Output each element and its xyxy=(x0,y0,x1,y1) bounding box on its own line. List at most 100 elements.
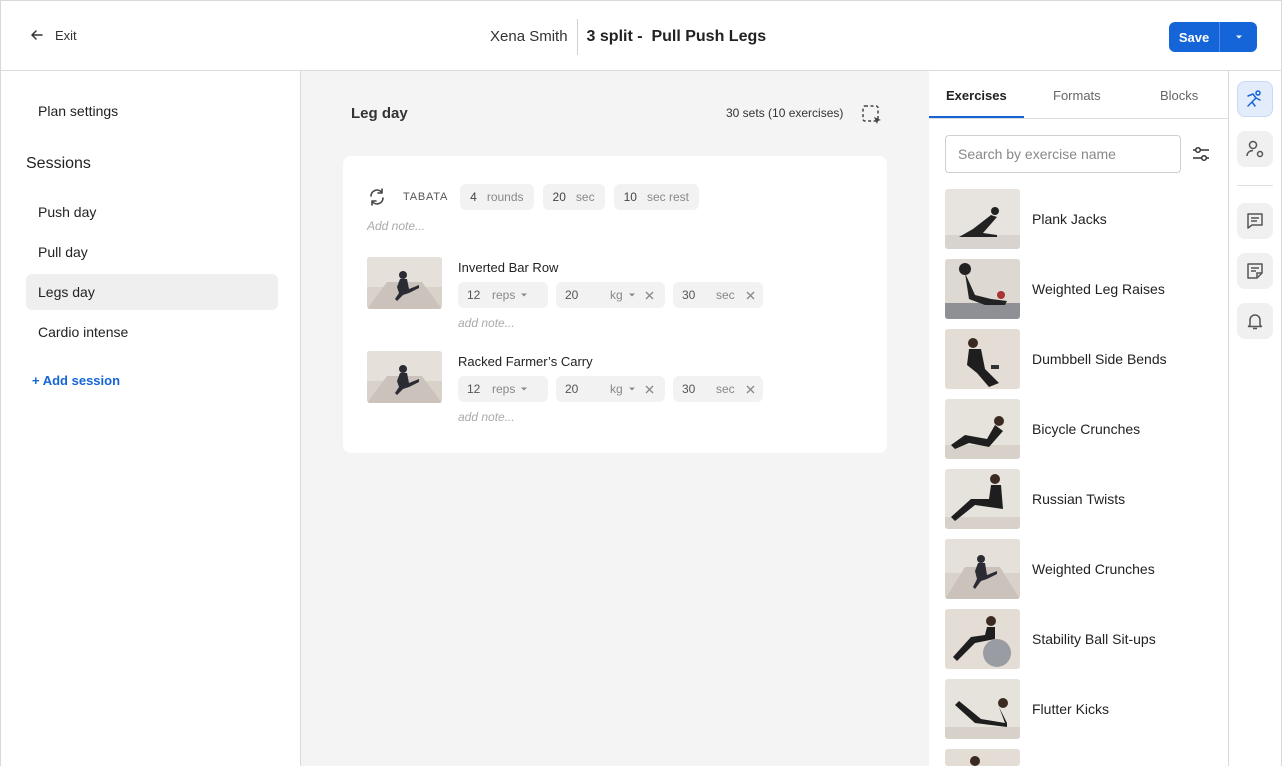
top-bar: Exit Xena Smith 3 split - Pull Push Legs… xyxy=(0,0,1282,71)
exercise-search-input[interactable] xyxy=(945,135,1181,173)
select-icon[interactable] xyxy=(861,104,883,126)
reps-field[interactable]: 12 reps xyxy=(458,282,548,308)
session-item-cardio-intense[interactable]: Cardio intense xyxy=(26,314,278,350)
library-item-name: Dumbbell Side Bends xyxy=(1032,351,1167,367)
exercise-thumbnail xyxy=(945,189,1020,249)
plan-settings-link[interactable]: Plan settings xyxy=(38,103,118,119)
tool-rail xyxy=(1229,71,1282,766)
tab-exercises[interactable]: Exercises xyxy=(946,88,1007,103)
rest-time-unit: sec rest xyxy=(646,190,689,204)
exercise-thumbnail xyxy=(367,257,442,309)
tab-blocks[interactable]: Blocks xyxy=(1160,88,1198,103)
save-button[interactable]: Save xyxy=(1169,22,1219,52)
exercise-thumbnail xyxy=(945,679,1020,739)
rounds-value: 4 xyxy=(470,190,477,204)
weight-unit: kg xyxy=(610,288,623,302)
block-format-label[interactable]: TABATA xyxy=(403,191,448,203)
loop-icon xyxy=(370,188,384,206)
session-editor: Leg day 30 sets (10 exercises) TABATA 4 … xyxy=(301,71,929,766)
exercise-fields: 12 reps 20 kg 30 sec xyxy=(458,282,771,308)
weight-field[interactable]: 20 kg xyxy=(556,376,665,402)
block-note-input[interactable]: Add note... xyxy=(367,219,425,233)
library-item[interactable]: Weighted Crunches xyxy=(945,539,1215,599)
exit-button[interactable]: Exit xyxy=(29,27,77,43)
chevron-down-icon xyxy=(521,387,528,391)
library-item[interactable] xyxy=(945,749,1215,766)
reps-value: 12 xyxy=(467,288,481,302)
save-button-group: Save xyxy=(1169,22,1257,52)
library-item-name: Weighted Crunches xyxy=(1032,561,1155,577)
tabata-block-card: TABATA 4 rounds 20 sec 10 sec rest Add n… xyxy=(343,156,887,453)
library-item-name: Russian Twists xyxy=(1032,491,1126,507)
bell-icon xyxy=(1247,314,1263,330)
time-field[interactable]: 30 sec xyxy=(673,282,763,308)
exercise-library-icon xyxy=(1247,90,1261,107)
exercise-note-input[interactable]: add note... xyxy=(458,410,515,424)
time-field[interactable]: 30 sec xyxy=(673,376,763,402)
exercise-library-button[interactable] xyxy=(1237,81,1273,117)
library-item[interactable]: Stability Ball Sit-ups xyxy=(945,609,1215,669)
library-item-name: Weighted Leg Raises xyxy=(1032,281,1165,297)
library-item[interactable]: Weighted Leg Raises xyxy=(945,259,1215,319)
active-tab-indicator xyxy=(929,116,1024,118)
rounds-field[interactable]: 4 rounds xyxy=(460,184,534,210)
close-icon[interactable] xyxy=(645,385,654,394)
save-options-button[interactable] xyxy=(1219,22,1257,52)
notifications-button[interactable] xyxy=(1237,303,1273,339)
client-settings-button[interactable] xyxy=(1237,131,1273,167)
time-unit: sec xyxy=(716,382,735,396)
session-item-pull-day[interactable]: Pull day xyxy=(26,234,278,270)
reps-field[interactable]: 12 reps xyxy=(458,376,548,402)
library-item-name: Stability Ball Sit-ups xyxy=(1032,631,1156,647)
rest-time-value: 10 xyxy=(623,190,637,204)
chat-button[interactable] xyxy=(1237,203,1273,239)
reps-unit: reps xyxy=(492,288,516,302)
tab-formats[interactable]: Formats xyxy=(1053,88,1101,103)
set-count: 30 sets (10 exercises) xyxy=(726,106,844,120)
reps-value: 12 xyxy=(467,382,481,396)
arrow-left-icon xyxy=(31,30,43,40)
chat-icon xyxy=(1247,213,1263,229)
rest-time-field[interactable]: 10 sec rest xyxy=(613,184,699,210)
library-item[interactable]: Russian Twists xyxy=(945,469,1215,529)
session-item-legs-day[interactable]: Legs day xyxy=(26,274,278,310)
exercise-note-input[interactable]: add note... xyxy=(458,316,515,330)
client-settings-icon xyxy=(1246,140,1264,158)
work-time-field[interactable]: 20 sec xyxy=(542,184,605,210)
exercise-name[interactable]: Racked Farmer’s Carry xyxy=(458,354,593,369)
rounds-unit: rounds xyxy=(486,190,524,204)
exercise-thumbnail xyxy=(945,259,1020,319)
library-item[interactable]: Flutter Kicks xyxy=(945,679,1215,739)
weight-field[interactable]: 20 kg xyxy=(556,282,665,308)
exercise-thumbnail xyxy=(945,539,1020,599)
library-item[interactable]: Bicycle Crunches xyxy=(945,399,1215,459)
exercise-thumbnail xyxy=(367,351,442,403)
plan-name[interactable]: 3 split - Pull Push Legs xyxy=(578,28,767,46)
time-unit: sec xyxy=(716,288,735,302)
close-icon[interactable] xyxy=(746,385,755,394)
notes-button[interactable] xyxy=(1237,253,1273,289)
work-time-unit: sec xyxy=(575,190,595,204)
weight-value: 20 xyxy=(565,382,579,396)
close-icon[interactable] xyxy=(645,291,654,300)
filter-icon[interactable] xyxy=(1191,144,1211,164)
time-value: 30 xyxy=(682,288,696,302)
library-item[interactable]: Plank Jacks xyxy=(945,189,1215,249)
session-title[interactable]: Leg day xyxy=(351,105,408,122)
time-value: 30 xyxy=(682,382,696,396)
library-panel: Exercises Formats Blocks Plank Jacks Wei… xyxy=(929,71,1229,766)
weight-unit: kg xyxy=(610,382,623,396)
exercise-name[interactable]: Inverted Bar Row xyxy=(458,260,558,275)
close-icon[interactable] xyxy=(746,291,755,300)
chevron-down-icon xyxy=(628,387,635,391)
exit-label: Exit xyxy=(55,27,77,43)
library-item[interactable]: Dumbbell Side Bends xyxy=(945,329,1215,389)
exercise-thumbnail xyxy=(945,609,1020,669)
chevron-down-icon xyxy=(628,293,635,297)
exercise-thumbnail xyxy=(945,469,1020,529)
exercise-thumbnail xyxy=(945,749,1020,766)
library-item-name: Bicycle Crunches xyxy=(1032,421,1141,437)
exercise-thumbnail xyxy=(945,399,1020,459)
add-session-button[interactable]: + Add session xyxy=(32,373,120,388)
session-item-push-day[interactable]: Push day xyxy=(26,194,278,230)
